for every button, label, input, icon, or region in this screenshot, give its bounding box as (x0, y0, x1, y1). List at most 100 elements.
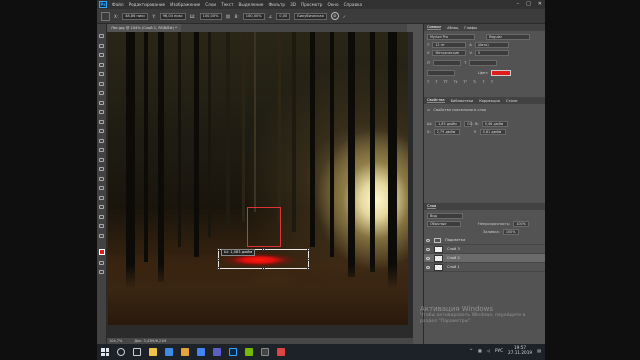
notifications-icon[interactable]: ▤ (537, 348, 541, 353)
canvas-area[interactable]: Ш: 1,083 дюйм (107, 32, 413, 338)
all-caps-icon[interactable]: TT (443, 80, 447, 84)
app-icon[interactable] (261, 348, 269, 356)
layer-y-field[interactable]: 0,81 дюйм (479, 129, 506, 135)
horizontal-scale-field[interactable] (469, 60, 498, 66)
path-select-tool-icon[interactable] (99, 195, 104, 200)
edge-icon[interactable] (165, 348, 173, 356)
menu-help[interactable]: Справка (344, 2, 362, 7)
layer-group-row[interactable]: Подсветка (424, 236, 545, 245)
language-indicator[interactable]: РУС (495, 348, 503, 353)
subscript-icon[interactable]: T₁ (473, 80, 477, 84)
small-caps-icon[interactable]: Tt (454, 80, 458, 84)
volume-icon[interactable]: ◁ (487, 348, 490, 353)
more-tools-icon[interactable] (99, 233, 104, 238)
superscript-icon[interactable]: T¹ (463, 80, 467, 84)
task-view-icon[interactable] (133, 348, 141, 356)
menu-edit[interactable]: Редактирование (129, 2, 166, 7)
zoom-tool-icon[interactable] (99, 224, 104, 228)
blend-mode-select[interactable]: Обычные (427, 221, 461, 227)
dodge-tool-icon[interactable] (99, 167, 104, 171)
lasso-tool-icon[interactable] (99, 53, 104, 57)
layer-filter-select[interactable]: Вид (427, 213, 463, 219)
screen-mode-icon[interactable] (99, 270, 104, 274)
tab-glyphs[interactable]: Глифы (464, 26, 477, 30)
shape-tool-icon[interactable] (99, 205, 104, 209)
faux-italic-icon[interactable]: T (435, 80, 437, 84)
tab-libraries[interactable]: Библиотеки (451, 99, 474, 103)
quick-select-tool-icon[interactable] (99, 62, 104, 67)
stamp-tool-icon[interactable] (99, 119, 104, 124)
transform-handle[interactable] (262, 267, 265, 270)
tab-properties[interactable]: Свойства (427, 98, 445, 103)
width-field[interactable]: 100,00% (199, 12, 222, 20)
cancel-transform-icon[interactable]: ⊘ (330, 12, 339, 20)
chrome-icon[interactable] (197, 348, 205, 356)
clock[interactable]: 19:57 27.11.2019 (508, 345, 532, 355)
move-tool-preset-icon[interactable] (101, 11, 110, 21)
visibility-eye-icon[interactable] (426, 238, 430, 242)
baseline-field[interactable] (427, 70, 455, 76)
photoshop-taskbar-icon[interactable] (229, 348, 237, 356)
menu-image[interactable]: Изображение (170, 2, 200, 7)
text-color-swatch[interactable] (491, 70, 512, 76)
layer-width-field[interactable]: 1,85 дюйм (435, 121, 462, 127)
layer-height-field[interactable]: 0,46 дюйм (481, 121, 508, 127)
transform-handle[interactable] (262, 248, 265, 251)
faux-bold-icon[interactable]: T (427, 80, 429, 84)
marquee-tool-icon[interactable] (99, 43, 104, 48)
tab-character[interactable]: Символ (427, 25, 442, 30)
blur-tool-icon[interactable] (99, 157, 104, 162)
transform-handle[interactable] (217, 267, 220, 270)
visibility-eye-icon[interactable] (426, 247, 430, 251)
font-family-select[interactable]: Myriad Pro (427, 34, 475, 40)
kerning-field[interactable]: Метрические (432, 50, 467, 56)
app-icon[interactable] (277, 348, 285, 356)
windows-start-icon[interactable] (101, 348, 109, 356)
menu-layers[interactable]: Слои (205, 2, 216, 7)
opacity-field[interactable]: 100% (513, 221, 529, 227)
transform-handle[interactable] (307, 267, 310, 270)
search-icon[interactable] (117, 348, 125, 356)
interpolation-select[interactable]: Бикубическая (294, 12, 327, 20)
file-explorer-icon[interactable] (149, 348, 157, 356)
tracking-field[interactable]: 0 (474, 50, 509, 56)
move-tool-icon[interactable] (99, 34, 104, 38)
history-brush-icon[interactable] (99, 129, 104, 133)
x-field[interactable]: 48,86 пикс (122, 12, 149, 20)
hand-tool-icon[interactable] (99, 214, 104, 219)
tab-adjustments[interactable]: Коррекция (479, 99, 500, 103)
strikethrough-icon[interactable]: T (491, 80, 493, 84)
foreground-color-swatch[interactable] (98, 249, 105, 255)
tab-layers[interactable]: Слои (427, 204, 437, 209)
font-size-field[interactable]: 12 пт (432, 42, 467, 48)
menu-file[interactable]: Файл (112, 2, 124, 7)
store-icon[interactable] (181, 348, 189, 356)
maximize-icon[interactable]: □ (526, 1, 531, 7)
close-icon[interactable]: ✕ (538, 1, 542, 7)
eyedropper-tool-icon[interactable] (99, 91, 104, 95)
layer-row[interactable]: Слой 1 (424, 263, 545, 272)
gradient-tool-icon[interactable] (99, 148, 104, 152)
photoshop-logo-icon[interactable]: Ps (99, 1, 107, 8)
eraser-tool-icon[interactable] (99, 138, 104, 143)
app-icon[interactable] (213, 348, 221, 356)
layer-row-selected[interactable]: Слой 2 (424, 254, 545, 263)
commit-transform-icon[interactable]: ✓ (343, 14, 346, 19)
healing-tool-icon[interactable] (99, 100, 104, 105)
frame-tool-icon[interactable] (99, 81, 104, 86)
nvidia-icon[interactable] (245, 348, 253, 356)
menu-select[interactable]: Выделение (239, 2, 264, 7)
menu-3d[interactable]: 3D (290, 2, 296, 7)
type-tool-icon[interactable] (99, 186, 104, 190)
menu-view[interactable]: Просмотр (301, 2, 323, 7)
layer-row[interactable]: Слой 3 (424, 245, 545, 254)
y-field[interactable]: 96,04 пикс (159, 12, 186, 20)
minimize-icon[interactable]: – (517, 1, 520, 7)
menu-filter[interactable]: Фильтр (269, 2, 286, 7)
visibility-eye-icon[interactable] (426, 256, 430, 260)
visibility-eye-icon[interactable] (426, 265, 430, 269)
leading-field[interactable]: (Авто) (474, 42, 509, 48)
tab-styles[interactable]: Стили (506, 99, 518, 103)
font-style-select[interactable]: Regular (486, 34, 530, 40)
pen-tool-icon[interactable] (99, 176, 104, 181)
